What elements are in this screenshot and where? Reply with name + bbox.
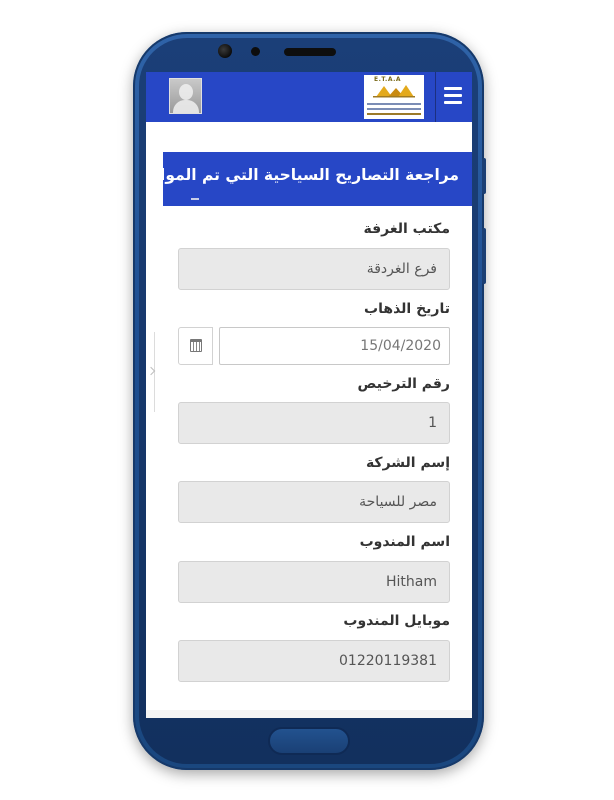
mobile-label: موبايل المندوب xyxy=(343,613,450,629)
logo-underline xyxy=(367,113,421,115)
phone-screen: E.T.A.A مراجعة التصاريح السياحية التي تم… xyxy=(146,72,472,718)
company-label: إسم الشركة xyxy=(365,455,450,471)
calendar-icon xyxy=(190,339,202,352)
app-topbar: E.T.A.A xyxy=(146,72,472,122)
user-avatar-icon[interactable] xyxy=(169,78,202,114)
home-button[interactable] xyxy=(268,727,350,755)
front-camera xyxy=(218,44,232,58)
date-label: تاريخ الذهاب xyxy=(364,301,450,317)
volume-button xyxy=(482,158,486,194)
rep-field[interactable]: Hitham xyxy=(178,561,450,603)
header-indicator xyxy=(191,198,199,200)
office-field[interactable]: فرع الغردقة xyxy=(178,248,450,290)
proximity-sensor xyxy=(251,47,260,56)
date-picker xyxy=(178,327,450,365)
logo-mark-icon xyxy=(373,85,415,98)
etaa-logo: E.T.A.A xyxy=(364,75,424,119)
rep-label: اسم المندوب xyxy=(359,534,450,550)
license-label: رقم الترخيص xyxy=(357,376,450,392)
earpiece-speaker xyxy=(284,48,336,56)
calendar-button[interactable] xyxy=(178,327,213,365)
page-title: مراجعة التصاريح السياحية التي تم الموافق… xyxy=(163,166,459,184)
logo-brand-text: E.T.A.A xyxy=(374,76,402,83)
chevron-right-icon[interactable] xyxy=(146,332,155,412)
power-button xyxy=(482,228,486,284)
menu-divider xyxy=(435,72,436,122)
office-label: مكتب الغرفة xyxy=(363,221,450,237)
logo-subtitle-ar xyxy=(367,108,421,110)
page-header: مراجعة التصاريح السياحية التي تم الموافق… xyxy=(163,152,472,206)
date-input[interactable] xyxy=(219,327,450,365)
screen-bottom-strip xyxy=(146,710,472,718)
mobile-field[interactable]: 01220119381 xyxy=(178,640,450,682)
license-field[interactable]: 1 xyxy=(178,402,450,444)
hamburger-menu-icon[interactable] xyxy=(444,85,462,107)
logo-subtitle-en xyxy=(367,103,421,105)
company-field[interactable]: مصر للسياحة xyxy=(178,481,450,523)
